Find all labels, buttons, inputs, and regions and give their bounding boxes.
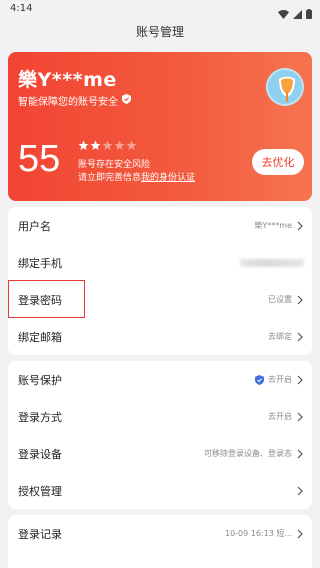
row-login-record-label: 登录记录 (18, 527, 62, 541)
row-next-cut[interactable]: … (8, 552, 312, 568)
account-username: 樂Y***me (18, 69, 117, 91)
phone-value-blurred (240, 258, 304, 267)
row-username-label: 用户名 (18, 219, 51, 233)
row-devices-label: 登录设备 (18, 447, 62, 461)
row-login-record[interactable]: 登录记录 10-09 16:13 短... (8, 515, 312, 552)
chevron-right-icon (297, 221, 303, 230)
security-card: 樂Y***me 智能保障您的账号安全 55 账号存在安全风险 请立即完善信息我的… (8, 52, 312, 201)
chevron-right-icon (297, 486, 303, 495)
row-phone[interactable]: 绑定手机 (8, 244, 312, 281)
row-login-method[interactable]: 登录方式 去开启 (8, 398, 312, 435)
star-empty-icon (114, 140, 125, 150)
row-devices-value: 可移除登录设备、登录态 (204, 449, 292, 458)
row-username-value: 樂Y***me (254, 221, 292, 230)
avatar[interactable] (266, 68, 304, 106)
status-bar: 4:14 (0, 0, 320, 20)
page-title: 账号管理 (135, 25, 184, 39)
row-authorization[interactable]: 授权管理 (8, 472, 312, 509)
shield-check-icon (122, 94, 131, 107)
rating-stars (78, 140, 137, 151)
row-email-label: 绑定邮箱 (18, 330, 62, 344)
wifi-icon (278, 4, 289, 23)
row-protection[interactable]: 账号保护 去开启 (8, 361, 312, 398)
card-subtitle: 智能保障您的账号安全 (18, 93, 131, 108)
status-icons (278, 4, 312, 23)
star-filled-icon (90, 140, 101, 150)
identity-link[interactable]: 我的身份认证 (141, 173, 195, 183)
row-login-method-label: 登录方式 (18, 410, 62, 424)
risk-prompt: 请立即完善信息我的身份认证 (78, 170, 195, 183)
star-empty-icon (126, 140, 137, 150)
row-next-label: … (18, 564, 29, 568)
chevron-right-icon (297, 295, 303, 304)
signal-icon (293, 4, 302, 23)
row-login-record-value: 10-09 16:13 短... (224, 529, 292, 538)
records-group: 登录记录 10-09 16:13 短... … (8, 515, 312, 568)
row-phone-label: 绑定手机 (18, 256, 62, 270)
row-email[interactable]: 绑定邮箱 去绑定 (8, 318, 312, 355)
row-login-method-value: 去开启 (268, 412, 292, 421)
star-empty-icon (102, 140, 113, 150)
star-filled-icon (78, 140, 89, 150)
risk-text: 账号存在安全风险 (78, 160, 151, 170)
row-email-value: 去绑定 (268, 332, 292, 341)
battery-icon (306, 4, 312, 23)
row-password-value: 已设置 (268, 295, 292, 304)
row-password-label: 登录密码 (18, 293, 62, 307)
status-time: 4:14 (10, 3, 33, 14)
account-info-group: 用户名 樂Y***me 绑定手机 登录密码 已设置 绑定邮箱 去绑定 (8, 207, 312, 355)
row-password[interactable]: 登录密码 已设置 (8, 281, 312, 318)
security-settings-group: 账号保护 去开启 登录方式 去开启 登录设备 可移除登录设备、登录态 授权管理 (8, 361, 312, 509)
chevron-right-icon (297, 375, 303, 384)
chevron-right-icon (297, 332, 303, 341)
card-subtitle-text: 智能保障您的账号安全 (18, 97, 118, 108)
prompt-text: 请立即完善信息 (78, 173, 142, 183)
chevron-right-icon (297, 529, 303, 538)
optimize-button[interactable]: 去优化 (252, 149, 304, 175)
security-score: 55 (18, 138, 61, 180)
row-authorization-label: 授权管理 (18, 484, 62, 498)
row-devices[interactable]: 登录设备 可移除登录设备、登录态 (8, 435, 312, 472)
row-protection-label: 账号保护 (18, 373, 62, 387)
row-username[interactable]: 用户名 樂Y***me (8, 207, 312, 244)
chevron-right-icon (297, 412, 303, 421)
row-protection-value: 去开启 (268, 375, 292, 384)
chevron-right-icon (297, 449, 303, 458)
shield-icon (255, 374, 264, 385)
